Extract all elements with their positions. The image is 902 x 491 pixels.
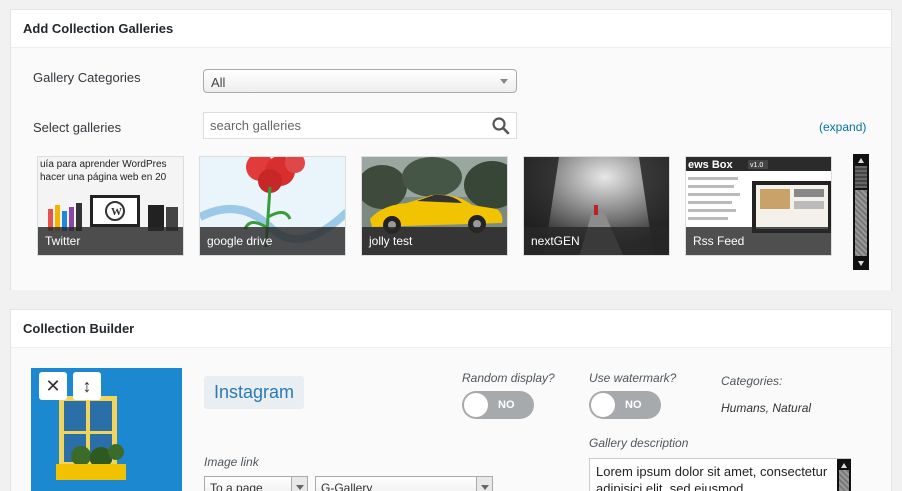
scroll-down-icon[interactable] xyxy=(858,261,864,266)
panel-title: Collection Builder xyxy=(11,310,891,348)
chevron-down-icon xyxy=(476,477,492,491)
description-scrollbar[interactable] xyxy=(837,459,851,491)
use-watermark-label: Use watermark? xyxy=(589,371,677,385)
toggle-state: NO xyxy=(498,399,515,411)
gallery-categories-select[interactable]: All xyxy=(203,69,517,93)
scrollbar-track xyxy=(855,190,867,256)
gallery-thumb-twitter[interactable]: uía para aprender WordPres hacer una pág… xyxy=(37,156,184,256)
expand-link[interactable]: (expand) xyxy=(819,120,866,134)
categories-label: Categories: xyxy=(721,374,783,388)
gallery-caption: Twitter xyxy=(38,227,183,255)
toggle-state: NO xyxy=(625,399,642,411)
random-display-label: Random display? xyxy=(462,371,555,385)
gallery-thumb-nextgen[interactable]: nextGEN xyxy=(523,156,670,256)
gallery-thumb-rss-feed[interactable]: ews Box v1.0 Rss Feed xyxy=(685,156,832,256)
scroll-up-icon[interactable] xyxy=(858,158,864,163)
toggle-knob xyxy=(464,393,488,417)
use-watermark-toggle[interactable]: NO xyxy=(589,391,661,419)
add-collection-galleries-panel: Add Collection Galleries Gallery Categor… xyxy=(10,9,892,290)
collection-item-image[interactable]: ✕ ↕ xyxy=(31,368,182,491)
collection-builder-panel: Collection Builder ✕ ↕ Instagram Random … xyxy=(10,309,892,491)
galleries-scrollbar[interactable] xyxy=(853,154,869,270)
toggle-knob xyxy=(591,393,615,417)
select-galleries-label: Select galleries xyxy=(33,120,122,135)
chevron-down-icon xyxy=(291,477,307,491)
svg-text:W: W xyxy=(111,206,122,218)
close-glyph: ✕ xyxy=(45,375,61,396)
gallery-thumb-jolly-test[interactable]: jolly test xyxy=(361,156,508,256)
image-link-type-select[interactable]: To a page xyxy=(204,476,308,491)
gallery-caption: Rss Feed xyxy=(686,227,831,255)
image-link-target-value: G-Gallery xyxy=(321,481,373,491)
panel-body: ✕ ↕ Instagram Random display? NO Use wat… xyxy=(11,348,891,491)
gallery-description-textarea[interactable]: Lorem ipsum dolor sit amet, consectetur … xyxy=(589,458,851,491)
chevron-down-icon xyxy=(500,79,508,84)
random-display-toggle[interactable]: NO xyxy=(462,391,534,419)
scrollbar-track xyxy=(839,470,849,491)
move-icon[interactable]: ↕ xyxy=(73,372,101,400)
image-link-label: Image link xyxy=(204,455,259,469)
thumb-text-line1: ews Box xyxy=(688,159,734,171)
thumb-badge: v1.0 xyxy=(750,162,763,169)
categories-value: Humans, Natural xyxy=(721,401,812,415)
search-input[interactable] xyxy=(203,112,517,139)
gallery-categories-label: Gallery Categories xyxy=(33,70,141,85)
move-glyph: ↕ xyxy=(82,375,92,396)
gallery-description-label: Gallery description xyxy=(589,436,689,450)
scrollbar-handle[interactable] xyxy=(855,166,867,188)
thumb-text-line1: uía para aprender WordPres xyxy=(40,159,167,170)
close-icon[interactable]: ✕ xyxy=(39,372,67,400)
gallery-thumb-google-drive[interactable]: google drive xyxy=(199,156,346,256)
search-icon[interactable] xyxy=(491,116,511,136)
gallery-caption: nextGEN xyxy=(524,227,669,255)
image-link-type-value: To a page xyxy=(210,481,263,491)
thumb-text-line2: hacer una página web en 20 xyxy=(40,172,167,183)
panel-title: Add Collection Galleries xyxy=(11,10,891,48)
panel-body: Gallery Categories All Select galleries … xyxy=(11,48,891,290)
gallery-caption: google drive xyxy=(200,227,345,255)
scroll-up-icon[interactable] xyxy=(841,463,847,468)
image-link-target-select[interactable]: G-Gallery xyxy=(315,476,493,491)
gallery-categories-value: All xyxy=(211,75,226,90)
gallery-caption: jolly test xyxy=(362,227,507,255)
collection-item-name[interactable]: Instagram xyxy=(204,376,305,409)
